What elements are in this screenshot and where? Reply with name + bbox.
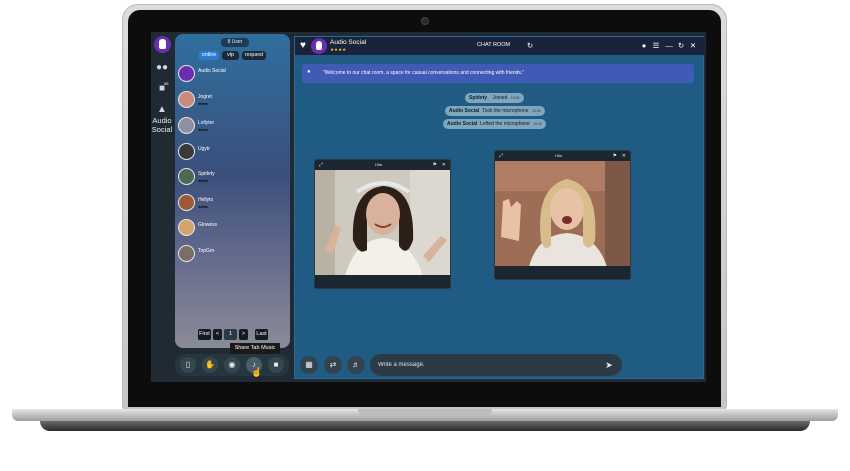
system-message: Audio Social Lefted the microphone 10:32 xyxy=(443,119,546,129)
user-avatar[interactable] xyxy=(178,91,195,108)
cam-label: Hlia xyxy=(555,153,562,158)
heart-icon[interactable]: ♥ xyxy=(300,40,306,52)
headset-icon[interactable]: ● xyxy=(639,41,649,51)
system-message: Audio Social Took the microphone 10:32 xyxy=(445,106,545,116)
pager-last[interactable]: Last xyxy=(255,329,268,340)
tab-vip[interactable]: vip xyxy=(222,51,239,60)
user-panel xyxy=(175,34,290,348)
user-avatar[interactable] xyxy=(178,143,195,160)
system-message-user: Spidety xyxy=(469,95,488,101)
left-rail: ●● ■ 56 ▲ Audio Social xyxy=(151,32,173,382)
minimize-icon[interactable]: — xyxy=(664,41,674,51)
pager-next[interactable]: > xyxy=(239,329,248,340)
pager-first[interactable]: First xyxy=(198,329,211,340)
room-name: Audio Social xyxy=(330,39,367,46)
message-input[interactable] xyxy=(370,354,622,376)
cam-video xyxy=(315,170,450,276)
system-message-user: Audio Social xyxy=(449,108,480,114)
laptop-notch xyxy=(358,409,492,416)
film-icon[interactable]: ▦ xyxy=(300,356,318,374)
user-avatar[interactable] xyxy=(178,168,195,185)
webcam-dot xyxy=(421,17,429,25)
reload-icon[interactable]: ↻ xyxy=(676,41,686,51)
close-icon[interactable]: ✕ xyxy=(622,151,626,161)
user-avatar[interactable] xyxy=(178,117,195,134)
pager-page[interactable]: 1 xyxy=(224,329,237,340)
user-rank-stars: ●●●●● xyxy=(198,127,208,132)
welcome-banner: ● "Welcome to our chat room, a space for… xyxy=(302,64,694,83)
user-name: Audio Social xyxy=(198,68,226,74)
system-message-text: Took the microphone xyxy=(482,108,529,114)
laptop-mockup: ●● ■ 56 ▲ Audio Social 8 User online vip… xyxy=(0,0,850,471)
system-message-text: Joined xyxy=(492,95,508,101)
flag-icon[interactable]: ⚑ xyxy=(433,160,437,170)
expand-icon[interactable]: ⤢ xyxy=(319,160,323,170)
close-icon[interactable]: ✕ xyxy=(688,41,698,51)
user-name: TopGm xyxy=(198,248,215,254)
room-logo-icon xyxy=(311,38,327,54)
user-avatar[interactable] xyxy=(178,194,195,211)
user-avatar[interactable] xyxy=(178,245,195,262)
user-name: Hellyto xyxy=(198,197,214,203)
comment-icon[interactable]: ▲ xyxy=(156,105,168,115)
user-name: Glowess xyxy=(198,222,218,228)
user-rank-stars: ●●●●● xyxy=(198,178,208,183)
mouse-cursor-icon: ☝ xyxy=(251,367,263,377)
system-message-time: 10:32 xyxy=(533,122,542,126)
hand-icon[interactable]: ✋ xyxy=(202,357,218,373)
microphone-icon[interactable]: ▯ xyxy=(180,357,196,373)
rail-label[interactable]: Audio Social xyxy=(151,116,173,134)
room-stars: ★★★★ xyxy=(330,47,347,52)
user-count: 8 User xyxy=(221,38,249,47)
chat-main: ♥ Audio Social ★★★★ CHAT ROOM ↻ ● ☰ — ↻ … xyxy=(294,36,705,379)
system-message-time: 10:32 xyxy=(531,109,541,113)
cam-label: Hlia xyxy=(375,162,382,167)
volume-icon[interactable]: ♬ xyxy=(347,356,365,374)
bell-icon: ● xyxy=(307,69,311,75)
app-logo-icon[interactable] xyxy=(154,36,171,53)
user-name: Ugytr xyxy=(198,146,210,152)
cam-window[interactable]: ⤢ Hlia ⚑ ✕ xyxy=(314,159,451,289)
refresh-icon[interactable]: ↻ xyxy=(525,41,535,51)
user-name: Jogret xyxy=(198,94,212,100)
user-avatar[interactable] xyxy=(178,65,195,82)
users-icon[interactable]: ●● xyxy=(156,63,168,73)
close-icon[interactable]: ✕ xyxy=(442,160,446,170)
system-message-text: Lefted the microphone xyxy=(480,121,530,127)
app-screen: ●● ■ 56 ▲ Audio Social 8 User online vip… xyxy=(151,32,706,382)
camera-icon[interactable]: ◉ xyxy=(224,357,240,373)
user-rank-stars: ●●●●● xyxy=(198,101,208,106)
expand-icon[interactable]: ⤢ xyxy=(499,151,503,161)
share-icon[interactable]: ⇄ xyxy=(324,356,342,374)
user-rank-stars: ●●●●● xyxy=(198,204,208,209)
room-title: CHAT ROOM xyxy=(477,42,511,48)
cam-video xyxy=(495,161,630,267)
laptop-foot xyxy=(40,421,810,431)
send-icon[interactable]: ➤ xyxy=(601,357,617,373)
pager-prev[interactable]: < xyxy=(213,329,222,340)
flag-icon[interactable]: ⚑ xyxy=(613,151,617,161)
tab-online[interactable]: online xyxy=(199,51,219,60)
user-name: Lollyter xyxy=(198,120,215,126)
system-message: Spidety Joined 10:32 xyxy=(465,93,524,103)
share-music-tooltip: Share Tab Music xyxy=(230,343,280,354)
chat-badge: 56 xyxy=(164,81,169,86)
screen-share-icon[interactable]: ■ xyxy=(268,357,284,373)
system-message-user: Audio Social xyxy=(447,121,478,127)
user-avatar[interactable] xyxy=(178,219,195,236)
system-message-time: 10:32 xyxy=(510,96,520,100)
room-header: ♥ Audio Social ★★★★ CHAT ROOM ↻ ● ☰ — ↻ … xyxy=(295,37,705,55)
tab-request[interactable]: request xyxy=(242,51,266,60)
cam-window[interactable]: ⤢ Hlia ⚑ ✕ xyxy=(494,150,631,280)
menu-icon[interactable]: ☰ xyxy=(651,41,661,51)
user-name: Spidety xyxy=(198,171,215,177)
welcome-text: "Welcome to our chat room, a space for c… xyxy=(323,70,525,76)
